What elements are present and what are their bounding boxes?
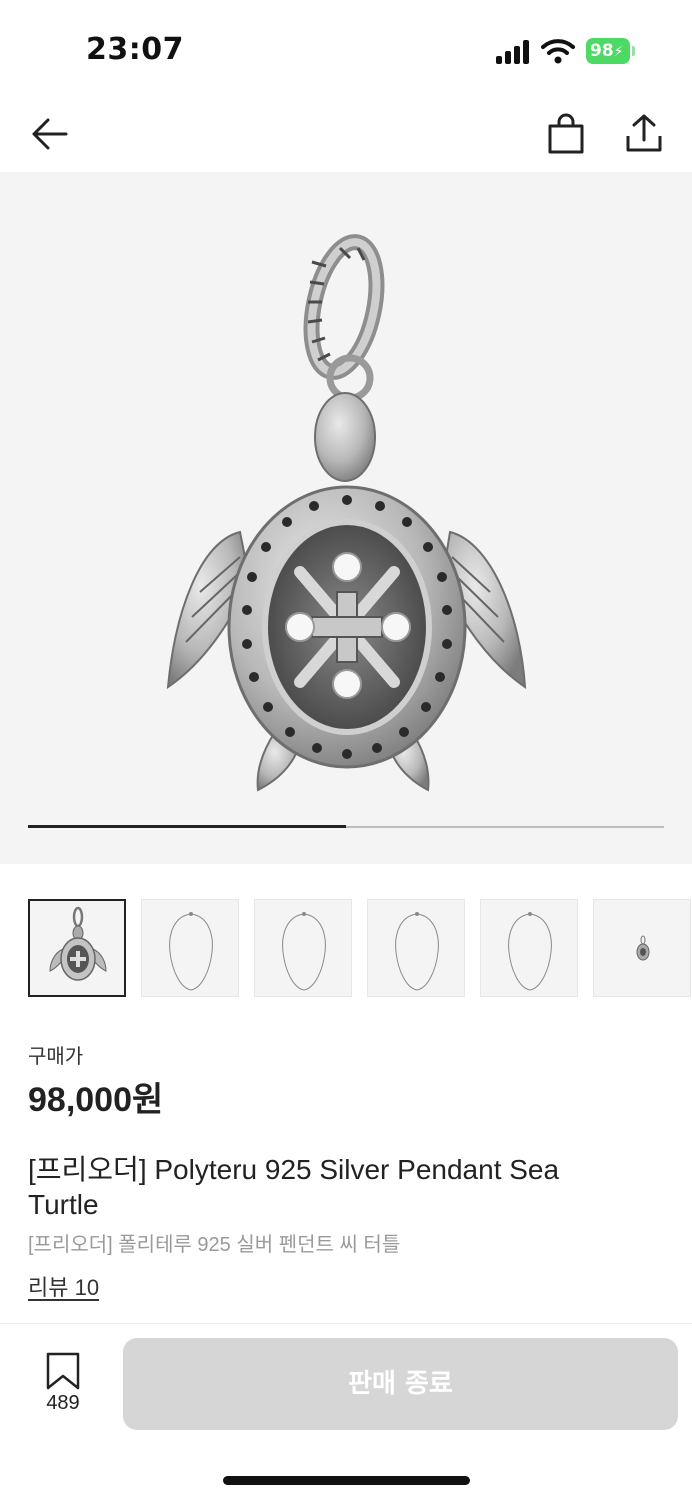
review-link[interactable]: 리뷰 10: [28, 1270, 99, 1302]
battery-cap: [632, 46, 635, 56]
sold-out-button[interactable]: 판매 종료: [123, 1338, 678, 1430]
thumbnail-3[interactable]: [254, 899, 352, 997]
carousel-progress-track: [28, 825, 664, 828]
price-value: 98,000원: [28, 1081, 164, 1119]
thumbnail-strip: [28, 899, 692, 997]
thumbnail-5[interactable]: [480, 899, 578, 997]
status-time: 23:07: [86, 32, 184, 67]
bookmark-count: 489: [46, 1392, 80, 1414]
charging-bolt-icon: ⚡: [613, 44, 624, 60]
top-navigation: [0, 100, 692, 172]
chain-necklace-thumbnail-image: [508, 912, 552, 991]
price-label: 구매가: [28, 1046, 84, 1068]
cellular-signal-icon: [496, 40, 532, 64]
chain-necklace-thumbnail-image: [282, 912, 326, 991]
battery-level: 98: [590, 41, 614, 61]
bookmark-button[interactable]: 489: [28, 1350, 98, 1420]
shopping-bag-icon[interactable]: [544, 112, 588, 156]
carousel-progress-fill: [28, 825, 346, 828]
chain-necklace-thumbnail-image: [395, 912, 439, 991]
battery-indicator: 98⚡: [586, 38, 630, 64]
thumbnail-2[interactable]: [141, 899, 239, 997]
wifi-icon: [541, 39, 575, 64]
bottom-divider: [0, 1323, 692, 1324]
thumbnail-4[interactable]: [367, 899, 465, 997]
home-indicator[interactable]: [223, 1476, 470, 1485]
bookmark-icon: [46, 1352, 80, 1390]
product-subtitle: [프리오더] 폴리테루 925 실버 펜던트 씨 터틀: [28, 1234, 401, 1256]
product-title: [프리오더] Polyteru 925 Silver Pendant Sea T…: [28, 1154, 560, 1220]
status-bar: 23:07 98⚡: [0, 0, 692, 100]
share-icon[interactable]: [622, 112, 666, 156]
back-arrow-icon[interactable]: [28, 112, 72, 156]
thumbnail-6[interactable]: [593, 899, 691, 997]
product-image-carousel[interactable]: [0, 172, 692, 864]
chain-necklace-thumbnail-image: [169, 912, 213, 991]
turtle-pendant-thumbnail-image: [49, 906, 107, 981]
turtle-pendant-image: [166, 234, 527, 792]
thumbnail-1[interactable]: [28, 899, 126, 997]
small-pendant-thumbnail-image: [636, 935, 650, 961]
